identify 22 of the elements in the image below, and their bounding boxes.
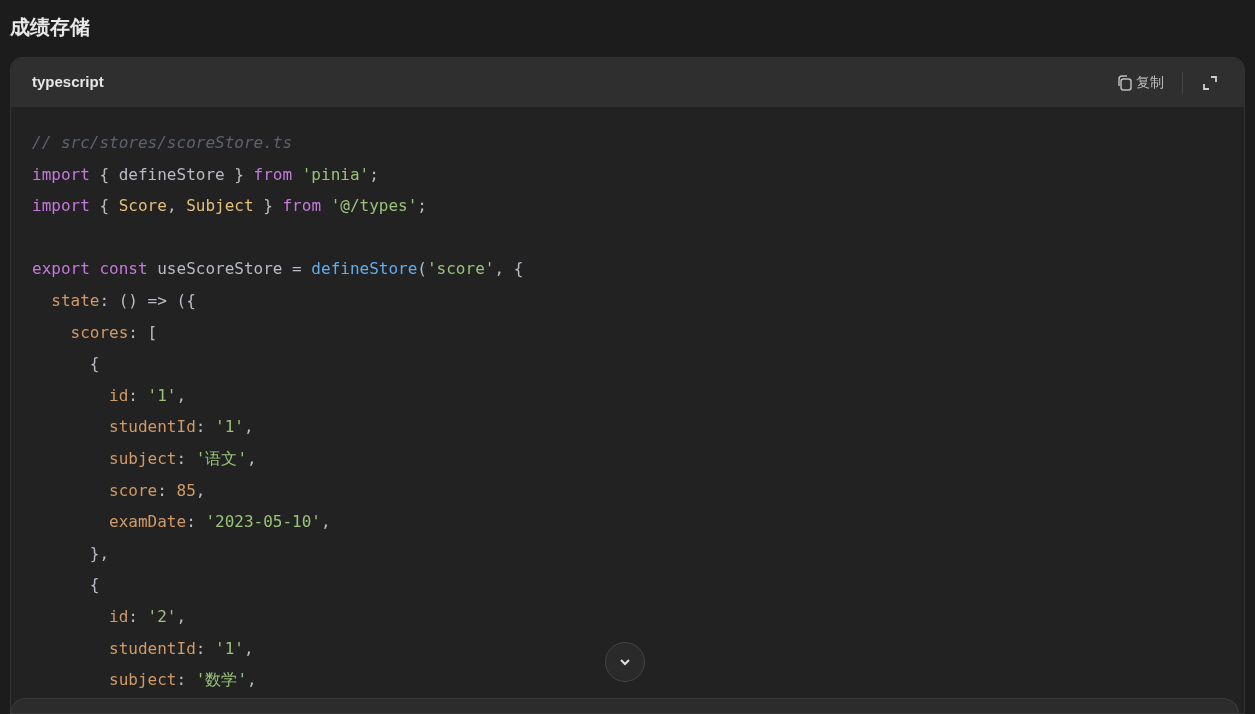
code-line: state: () => ({ xyxy=(50,290,196,310)
code-line: subject: '语文', xyxy=(108,448,257,468)
code-line: examDate: '2023-05-10', xyxy=(108,512,331,532)
code-line: // src/stores/scoreStore.ts xyxy=(32,133,293,152)
code-line: import { defineStore } from 'pinia'; xyxy=(32,164,379,184)
section-heading: 成绩存储 xyxy=(10,15,90,40)
code-line: { xyxy=(88,575,100,595)
copy-button[interactable]: 复制 xyxy=(1112,72,1168,93)
code-line: studentId: '1', xyxy=(108,638,254,658)
code-line: }, xyxy=(88,543,110,563)
language-label: typescript xyxy=(32,72,104,93)
code-line: score: 85, xyxy=(108,480,206,500)
code-line: subject: '数学', xyxy=(108,670,257,690)
copy-icon xyxy=(1116,73,1134,92)
expand-icon xyxy=(1201,73,1219,92)
code-line: scores: [ xyxy=(69,322,158,342)
code-line: import { Score, Subject } from '@/types'; xyxy=(32,196,427,216)
code-line: id: '1', xyxy=(108,385,187,405)
code-line: studentId: '1', xyxy=(108,417,254,437)
code-line: export const useScoreStore = defineStore('score', { xyxy=(32,259,524,279)
code-line: id: '2', xyxy=(108,606,187,626)
code-line: { xyxy=(88,354,100,374)
